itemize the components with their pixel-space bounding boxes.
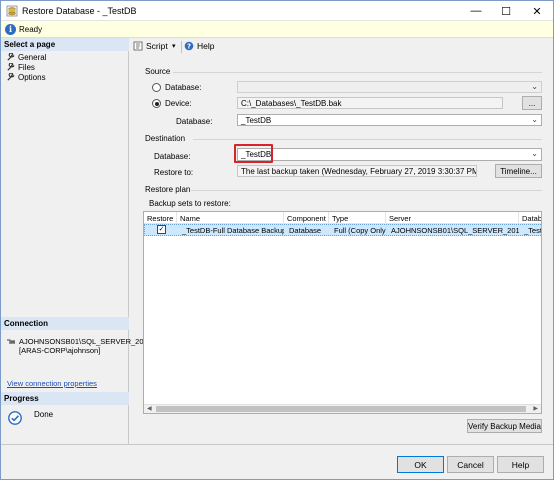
row-server-cell: AJOHNSONSB01\SQL_SERVER_2016 <box>391 226 519 235</box>
help-label: Help <box>197 41 215 51</box>
page-item-files[interactable]: Files <box>6 62 35 72</box>
row-name-cell: _TestDB-Full Database Backup <box>182 226 284 235</box>
cancel-button[interactable]: Cancel <box>447 456 494 473</box>
column-header-name[interactable]: Name <box>177 212 284 224</box>
page-item-general[interactable]: General <box>6 52 46 62</box>
window-title: Restore Database - _TestDB <box>22 6 137 16</box>
view-connection-properties-link[interactable]: View connection properties <box>7 379 97 388</box>
device-radio[interactable] <box>152 99 161 108</box>
help-toolbar-button[interactable]: ? Help <box>184 41 214 51</box>
source-divider <box>173 72 542 73</box>
source-database-combo-disabled: ⌄ <box>237 81 542 93</box>
scroll-left-arrow-icon[interactable]: ◀ <box>147 405 152 412</box>
source-database-select[interactable]: _TestDB ⌄ <box>237 114 542 126</box>
help-icon: ? <box>184 41 194 51</box>
column-header-database[interactable]: Datab <box>519 212 541 224</box>
source-database-label: Database: <box>176 117 213 126</box>
wrench-icon <box>7 72 15 81</box>
column-header-component[interactable]: Component <box>284 212 329 224</box>
backup-sets-grid[interactable]: Restore Name Component Type Server Datab… <box>143 211 542 414</box>
horizontal-scrollbar[interactable]: ◀ ▶ <box>144 404 541 413</box>
page-item-label: General <box>18 52 47 62</box>
maximize-button[interactable]: ☐ <box>491 1 521 21</box>
restore-database-window: Restore Database - _TestDB — ☐ ✕ i Ready… <box>0 0 554 480</box>
chevron-down-icon: ⌄ <box>531 115 538 124</box>
database-restore-icon <box>6 5 18 17</box>
connection-header: Connection <box>1 317 129 330</box>
destination-divider <box>193 139 542 140</box>
restore-plan-group-label: Restore plan <box>145 185 191 194</box>
highlight-annotation-box <box>234 144 273 163</box>
close-icon: ✕ <box>532 5 542 18</box>
script-icon <box>133 41 143 51</box>
source-database-radio-label: Database: <box>165 83 202 92</box>
script-label: Script <box>146 41 168 51</box>
close-button[interactable]: ✕ <box>522 1 552 21</box>
destination-database-label: Database: <box>154 152 191 161</box>
timeline-button[interactable]: Timeline... <box>495 164 542 178</box>
browse-device-button[interactable]: ... <box>522 96 542 110</box>
ok-button[interactable]: OK <box>397 456 444 473</box>
wrench-icon <box>7 62 15 71</box>
maximize-icon: ☐ <box>501 5 511 18</box>
device-radio-label: Device: <box>165 99 192 108</box>
source-group-label: Source <box>145 67 171 76</box>
restore-to-field: The last backup taken (Wednesday, Februa… <box>237 165 477 177</box>
dialog-footer: OK Cancel Help <box>1 444 553 479</box>
page-item-label: Files <box>18 62 35 72</box>
connection-info: AJOHNSONSB01\SQL_SERVER_2016 [ARAS-CORP\… <box>6 337 152 355</box>
status-bar: i Ready <box>1 21 553 38</box>
scrollbar-thumb[interactable] <box>156 406 526 412</box>
page-item-options[interactable]: Options <box>6 72 46 82</box>
verify-backup-media-button[interactable]: Verify Backup Media <box>467 419 542 433</box>
row-component-cell: Database <box>289 226 322 235</box>
done-check-icon <box>8 411 22 425</box>
restore-plan-divider <box>191 190 542 191</box>
help-button[interactable]: Help <box>497 456 544 473</box>
status-text: Ready <box>19 25 43 34</box>
left-pane: Select a page General Files Options Conn… <box>1 38 152 444</box>
destination-group-label: Destination <box>145 134 186 143</box>
destination-database-select[interactable]: _TestDB ⌄ <box>237 148 542 161</box>
restore-checkbox[interactable]: ✓ <box>157 225 166 234</box>
scroll-right-arrow-icon[interactable]: ▶ <box>533 405 538 412</box>
chevron-down-icon: ⌄ <box>531 149 538 158</box>
column-header-restore[interactable]: Restore <box>144 212 177 224</box>
progress-status: Done <box>34 410 54 419</box>
toolbar-separator <box>181 41 182 53</box>
row-database-cell: _Test <box>524 226 542 235</box>
backup-sets-label: Backup sets to restore: <box>149 199 231 208</box>
minimize-icon: — <box>470 5 482 17</box>
source-database-value: _TestDB <box>241 116 272 125</box>
column-header-server[interactable]: Server <box>386 212 519 224</box>
row-type-cell: Full (Copy Only) <box>334 226 386 235</box>
wrench-icon <box>7 52 15 61</box>
connection-text: AJOHNSONSB01\SQL_SERVER_2016 [ARAS-CORP\… <box>19 337 152 355</box>
chevron-down-icon: ⌄ <box>531 82 538 91</box>
database-radio[interactable] <box>152 83 161 92</box>
script-button[interactable]: Script <box>133 41 168 51</box>
script-dropdown-chevron-down-icon[interactable]: ▾ <box>172 42 176 50</box>
progress-header: Progress <box>1 392 129 405</box>
select-page-header: Select a page <box>1 38 129 51</box>
minimize-button[interactable]: — <box>461 1 491 21</box>
info-icon: i <box>5 24 16 35</box>
column-header-type[interactable]: Type <box>329 212 386 224</box>
device-path-field[interactable]: C:\_Databases\_TestDB.bak <box>237 97 503 109</box>
toolbar: Script ▾ ? Help <box>130 38 553 56</box>
page-item-label: Options <box>18 72 46 82</box>
restore-to-label: Restore to: <box>154 168 194 177</box>
server-connection-icon <box>7 339 15 344</box>
svg-text:?: ? <box>187 43 191 51</box>
title-bar: Restore Database - _TestDB — ☐ ✕ <box>1 1 553 21</box>
